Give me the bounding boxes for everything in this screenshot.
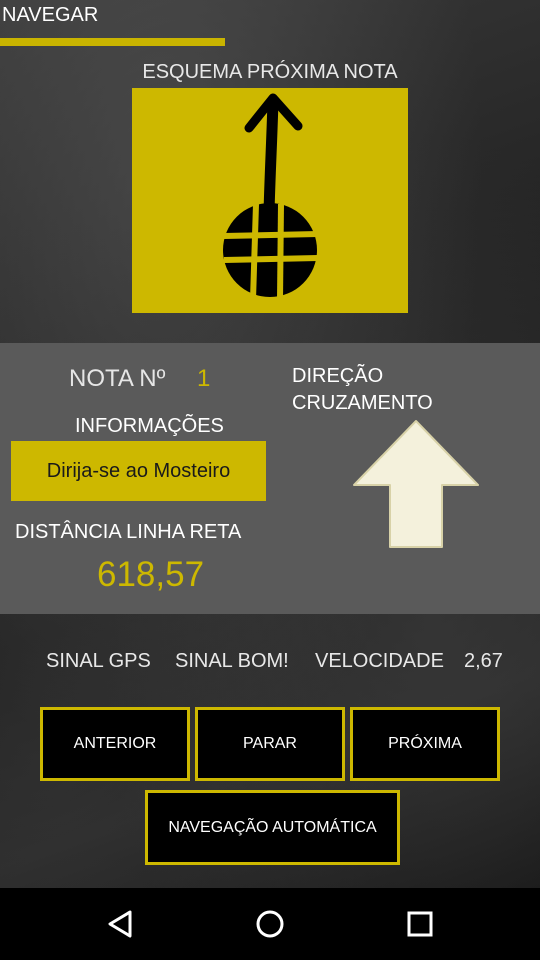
title-underline — [0, 38, 225, 46]
next-button[interactable]: PRÓXIMA — [350, 707, 500, 781]
gps-label: SINAL GPS — [46, 650, 151, 672]
roundabout-straight-icon — [223, 93, 319, 301]
info-label: INFORMAÇÕES — [75, 415, 224, 437]
stop-button[interactable]: PARAR — [195, 707, 345, 781]
note-number: 1 — [197, 365, 211, 392]
auto-navigation-button[interactable]: NAVEGAÇÃO AUTOMÁTICA — [145, 790, 400, 865]
speed-label: VELOCIDADE — [315, 650, 444, 672]
gps-status: SINAL BOM! — [175, 650, 289, 672]
scheme-diagram — [132, 88, 408, 313]
direction-label: DIREÇÃO CRUZAMENTO — [292, 365, 433, 414]
system-nav-bar — [0, 888, 540, 960]
recents-icon[interactable] — [400, 904, 440, 944]
distance-label: DISTÂNCIA LINHA RETA — [15, 521, 242, 543]
note-label: NOTA Nº — [69, 365, 166, 392]
previous-button[interactable]: ANTERIOR — [40, 707, 190, 781]
home-icon[interactable] — [250, 904, 290, 944]
scheme-label: ESQUEMA PRÓXIMA NOTA — [142, 61, 398, 83]
direction-arrow-up-icon — [350, 417, 482, 553]
page-title: NAVEGAR — [2, 4, 99, 26]
speed-value: 2,67 — [464, 650, 503, 672]
info-message: Dirija-se ao Mosteiro — [11, 441, 266, 501]
status-row: SINAL GPS SINAL BOM! VELOCIDADE 2,67 — [0, 650, 540, 674]
distance-value: 618,57 — [97, 555, 205, 594]
info-panel: NOTA Nº 1 INFORMAÇÕES Dirija-se ao Moste… — [0, 343, 540, 614]
back-icon[interactable] — [100, 904, 140, 944]
